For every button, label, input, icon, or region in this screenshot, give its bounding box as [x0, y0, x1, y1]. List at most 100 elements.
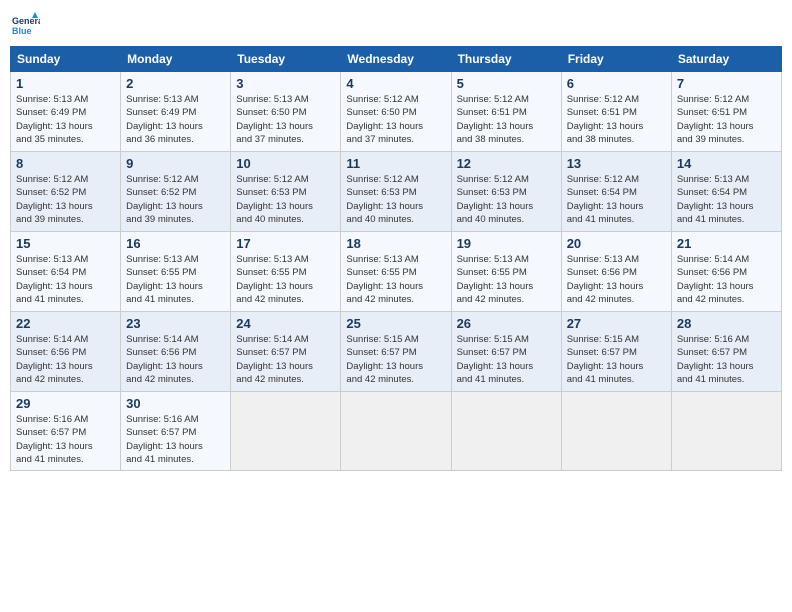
- day-number: 16: [126, 236, 225, 251]
- calendar-cell: [231, 392, 341, 471]
- calendar-table: SundayMondayTuesdayWednesdayThursdayFrid…: [10, 46, 782, 471]
- day-info: Sunrise: 5:13 AM Sunset: 6:54 PM Dayligh…: [677, 173, 776, 226]
- day-info: Sunrise: 5:12 AM Sunset: 6:53 PM Dayligh…: [457, 173, 556, 226]
- day-number: 17: [236, 236, 335, 251]
- calendar-cell: 20 Sunrise: 5:13 AM Sunset: 6:56 PM Dayli…: [561, 232, 671, 312]
- day-info: Sunrise: 5:13 AM Sunset: 6:49 PM Dayligh…: [126, 93, 225, 146]
- calendar-cell: 2 Sunrise: 5:13 AM Sunset: 6:49 PM Daylig…: [121, 72, 231, 152]
- calendar-cell: 15 Sunrise: 5:13 AM Sunset: 6:54 PM Dayli…: [11, 232, 121, 312]
- day-info: Sunrise: 5:14 AM Sunset: 6:57 PM Dayligh…: [236, 333, 335, 386]
- day-info: Sunrise: 5:14 AM Sunset: 6:56 PM Dayligh…: [677, 253, 776, 306]
- day-number: 19: [457, 236, 556, 251]
- calendar-cell: 8 Sunrise: 5:12 AM Sunset: 6:52 PM Daylig…: [11, 152, 121, 232]
- calendar-cell: 21 Sunrise: 5:14 AM Sunset: 6:56 PM Dayli…: [671, 232, 781, 312]
- day-info: Sunrise: 5:13 AM Sunset: 6:55 PM Dayligh…: [236, 253, 335, 306]
- day-number: 1: [16, 76, 115, 91]
- day-number: 13: [567, 156, 666, 171]
- calendar-cell: 3 Sunrise: 5:13 AM Sunset: 6:50 PM Daylig…: [231, 72, 341, 152]
- weekday-header: Thursday: [451, 47, 561, 72]
- svg-text:Blue: Blue: [12, 26, 32, 36]
- day-number: 14: [677, 156, 776, 171]
- logo: General Blue: [10, 10, 44, 40]
- day-info: Sunrise: 5:12 AM Sunset: 6:53 PM Dayligh…: [346, 173, 445, 226]
- calendar-cell: 4Sunrise: 5:12 AM Sunset: 6:50 PM Daylig…: [341, 72, 451, 152]
- weekday-header: Monday: [121, 47, 231, 72]
- day-number: 26: [457, 316, 556, 331]
- day-number: 18: [346, 236, 445, 251]
- calendar-cell: 10Sunrise: 5:12 AM Sunset: 6:53 PM Dayli…: [231, 152, 341, 232]
- day-info: Sunrise: 5:12 AM Sunset: 6:51 PM Dayligh…: [567, 93, 666, 146]
- day-info: Sunrise: 5:13 AM Sunset: 6:55 PM Dayligh…: [126, 253, 225, 306]
- day-number: 10: [236, 156, 335, 171]
- calendar-cell: 24 Sunrise: 5:14 AM Sunset: 6:57 PM Dayli…: [231, 312, 341, 392]
- calendar-cell: [561, 392, 671, 471]
- calendar-cell: 7 Sunrise: 5:12 AM Sunset: 6:51 PM Daylig…: [671, 72, 781, 152]
- weekday-header: Wednesday: [341, 47, 451, 72]
- day-info: Sunrise: 5:13 AM Sunset: 6:55 PM Dayligh…: [346, 253, 445, 306]
- day-number: 9: [126, 156, 225, 171]
- weekday-header: Sunday: [11, 47, 121, 72]
- calendar-cell: 30Sunrise: 5:16 AM Sunset: 6:57 PM Dayli…: [121, 392, 231, 471]
- day-number: 30: [126, 396, 225, 411]
- calendar-cell: 26Sunrise: 5:15 AM Sunset: 6:57 PM Dayli…: [451, 312, 561, 392]
- day-number: 20: [567, 236, 666, 251]
- day-info: Sunrise: 5:12 AM Sunset: 6:51 PM Dayligh…: [677, 93, 776, 146]
- calendar-cell: [671, 392, 781, 471]
- logo-icon: General Blue: [10, 10, 40, 40]
- day-number: 12: [457, 156, 556, 171]
- day-number: 23: [126, 316, 225, 331]
- header: General Blue: [10, 10, 782, 40]
- day-info: Sunrise: 5:16 AM Sunset: 6:57 PM Dayligh…: [16, 413, 115, 466]
- day-info: Sunrise: 5:13 AM Sunset: 6:54 PM Dayligh…: [16, 253, 115, 306]
- calendar-cell: 12 Sunrise: 5:12 AM Sunset: 6:53 PM Dayli…: [451, 152, 561, 232]
- calendar-cell: 28 Sunrise: 5:16 AM Sunset: 6:57 PM Dayli…: [671, 312, 781, 392]
- calendar-cell: 27Sunrise: 5:15 AM Sunset: 6:57 PM Dayli…: [561, 312, 671, 392]
- day-number: 27: [567, 316, 666, 331]
- weekday-header: Saturday: [671, 47, 781, 72]
- day-info: Sunrise: 5:12 AM Sunset: 6:51 PM Dayligh…: [457, 93, 556, 146]
- day-info: Sunrise: 5:14 AM Sunset: 6:56 PM Dayligh…: [126, 333, 225, 386]
- day-info: Sunrise: 5:13 AM Sunset: 6:50 PM Dayligh…: [236, 93, 335, 146]
- day-number: 21: [677, 236, 776, 251]
- day-number: 3: [236, 76, 335, 91]
- calendar-cell: 13 Sunrise: 5:12 AM Sunset: 6:54 PM Dayli…: [561, 152, 671, 232]
- calendar-cell: 1 Sunrise: 5:13 AM Sunset: 6:49 PM Daylig…: [11, 72, 121, 152]
- calendar-cell: 16 Sunrise: 5:13 AM Sunset: 6:55 PM Dayli…: [121, 232, 231, 312]
- day-number: 4: [346, 76, 445, 91]
- day-info: Sunrise: 5:12 AM Sunset: 6:52 PM Dayligh…: [16, 173, 115, 226]
- day-number: 11: [346, 156, 445, 171]
- day-info: Sunrise: 5:16 AM Sunset: 6:57 PM Dayligh…: [677, 333, 776, 386]
- day-number: 5: [457, 76, 556, 91]
- weekday-header: Tuesday: [231, 47, 341, 72]
- day-number: 29: [16, 396, 115, 411]
- calendar-cell: 25 Sunrise: 5:15 AM Sunset: 6:57 PM Dayli…: [341, 312, 451, 392]
- calendar-cell: 23 Sunrise: 5:14 AM Sunset: 6:56 PM Dayli…: [121, 312, 231, 392]
- calendar-cell: 19 Sunrise: 5:13 AM Sunset: 6:55 PM Dayli…: [451, 232, 561, 312]
- day-number: 15: [16, 236, 115, 251]
- day-number: 22: [16, 316, 115, 331]
- day-info: Sunrise: 5:13 AM Sunset: 6:49 PM Dayligh…: [16, 93, 115, 146]
- day-info: Sunrise: 5:13 AM Sunset: 6:55 PM Dayligh…: [457, 253, 556, 306]
- calendar-cell: 5 Sunrise: 5:12 AM Sunset: 6:51 PM Daylig…: [451, 72, 561, 152]
- day-number: 7: [677, 76, 776, 91]
- calendar-cell: 11 Sunrise: 5:12 AM Sunset: 6:53 PM Dayli…: [341, 152, 451, 232]
- day-info: Sunrise: 5:15 AM Sunset: 6:57 PM Dayligh…: [346, 333, 445, 386]
- calendar-cell: 17 Sunrise: 5:13 AM Sunset: 6:55 PM Dayli…: [231, 232, 341, 312]
- calendar-cell: 14 Sunrise: 5:13 AM Sunset: 6:54 PM Dayli…: [671, 152, 781, 232]
- day-number: 24: [236, 316, 335, 331]
- day-info: Sunrise: 5:12 AM Sunset: 6:54 PM Dayligh…: [567, 173, 666, 226]
- calendar-cell: 22 Sunrise: 5:14 AM Sunset: 6:56 PM Dayli…: [11, 312, 121, 392]
- calendar-cell: 29 Sunrise: 5:16 AM Sunset: 6:57 PM Dayli…: [11, 392, 121, 471]
- day-info: Sunrise: 5:13 AM Sunset: 6:56 PM Dayligh…: [567, 253, 666, 306]
- day-number: 2: [126, 76, 225, 91]
- calendar-cell: [451, 392, 561, 471]
- weekday-header: Friday: [561, 47, 671, 72]
- day-info: Sunrise: 5:12 AM Sunset: 6:52 PM Dayligh…: [126, 173, 225, 226]
- calendar-cell: 6Sunrise: 5:12 AM Sunset: 6:51 PM Daylig…: [561, 72, 671, 152]
- day-number: 28: [677, 316, 776, 331]
- day-info: Sunrise: 5:14 AM Sunset: 6:56 PM Dayligh…: [16, 333, 115, 386]
- day-number: 25: [346, 316, 445, 331]
- calendar-cell: [341, 392, 451, 471]
- calendar-cell: 18 Sunrise: 5:13 AM Sunset: 6:55 PM Dayli…: [341, 232, 451, 312]
- day-number: 8: [16, 156, 115, 171]
